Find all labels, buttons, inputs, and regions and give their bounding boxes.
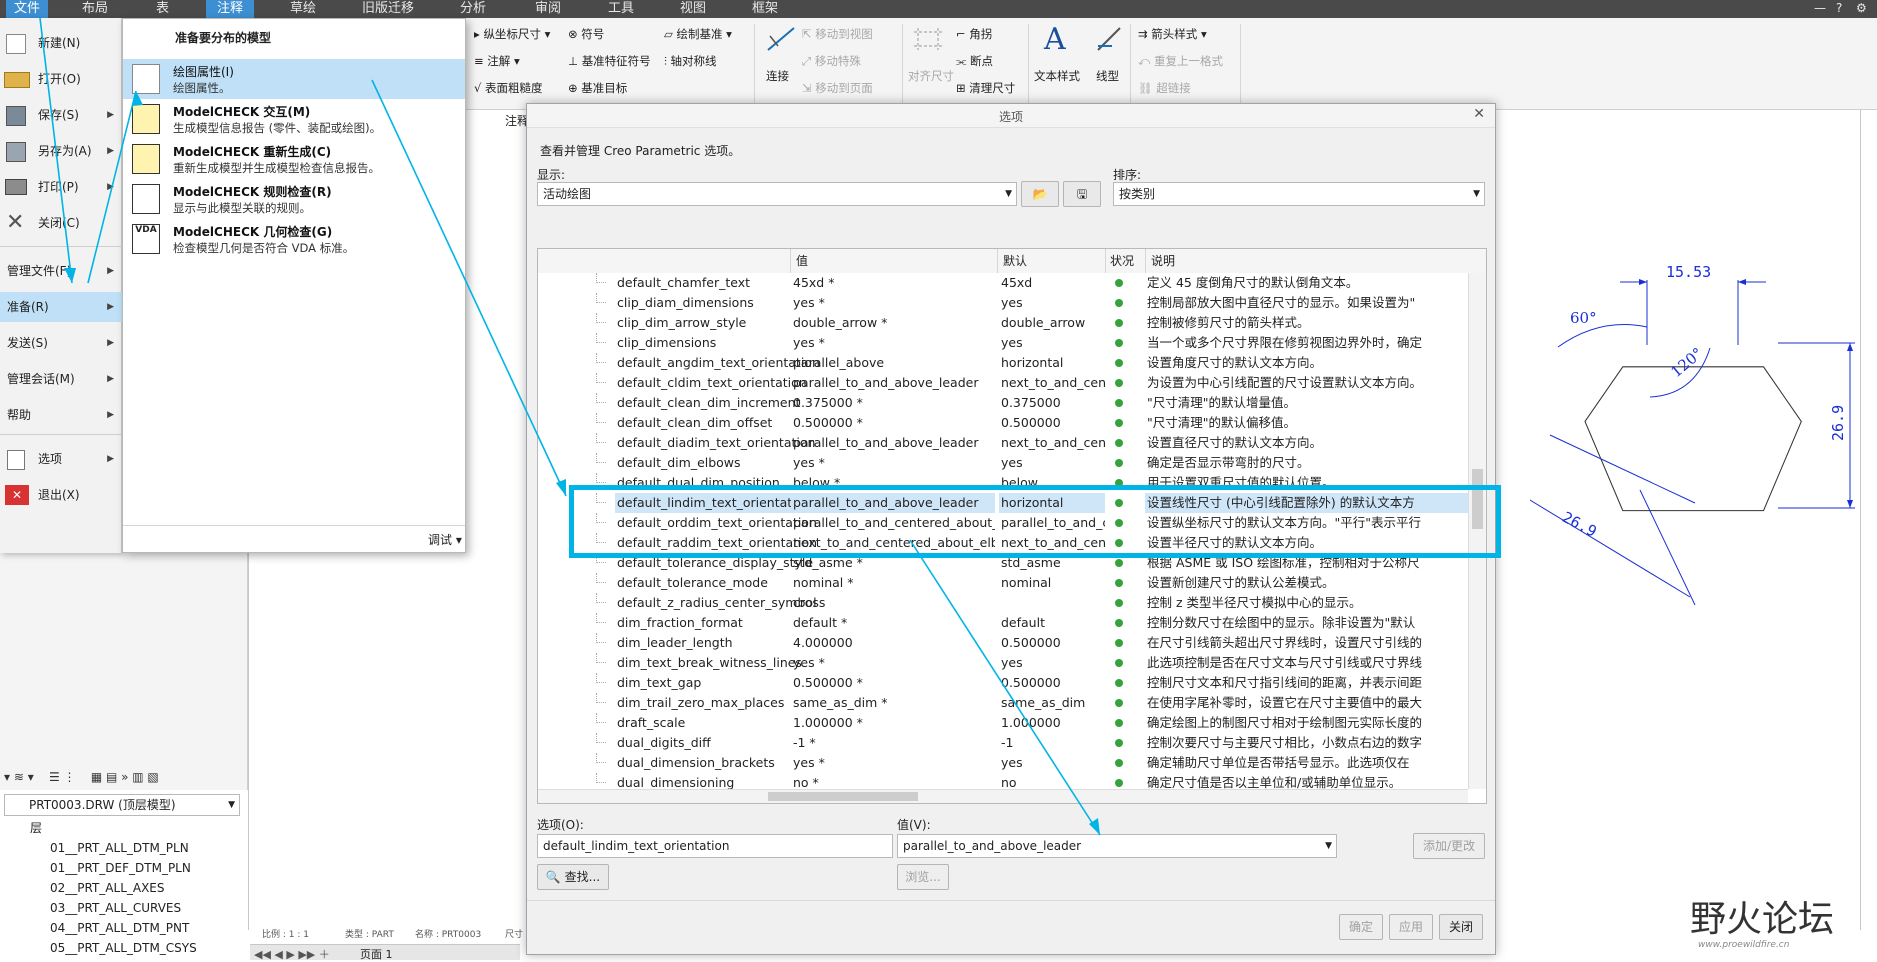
arrow-head [64, 268, 76, 283]
watermark-url: www.proewildfire.cn [1698, 940, 1790, 950]
watermark-text: 野火论坛 [1690, 899, 1835, 940]
arrow-line [371, 79, 567, 497]
arrow-line [39, 17, 73, 284]
arrow-line [909, 539, 1101, 836]
arrow-head [556, 479, 566, 496]
arrow-line [87, 90, 137, 284]
annotation-arrows [39, 17, 1101, 836]
watermark: 野火论坛 www.proewildfire.cn [1690, 890, 1877, 960]
